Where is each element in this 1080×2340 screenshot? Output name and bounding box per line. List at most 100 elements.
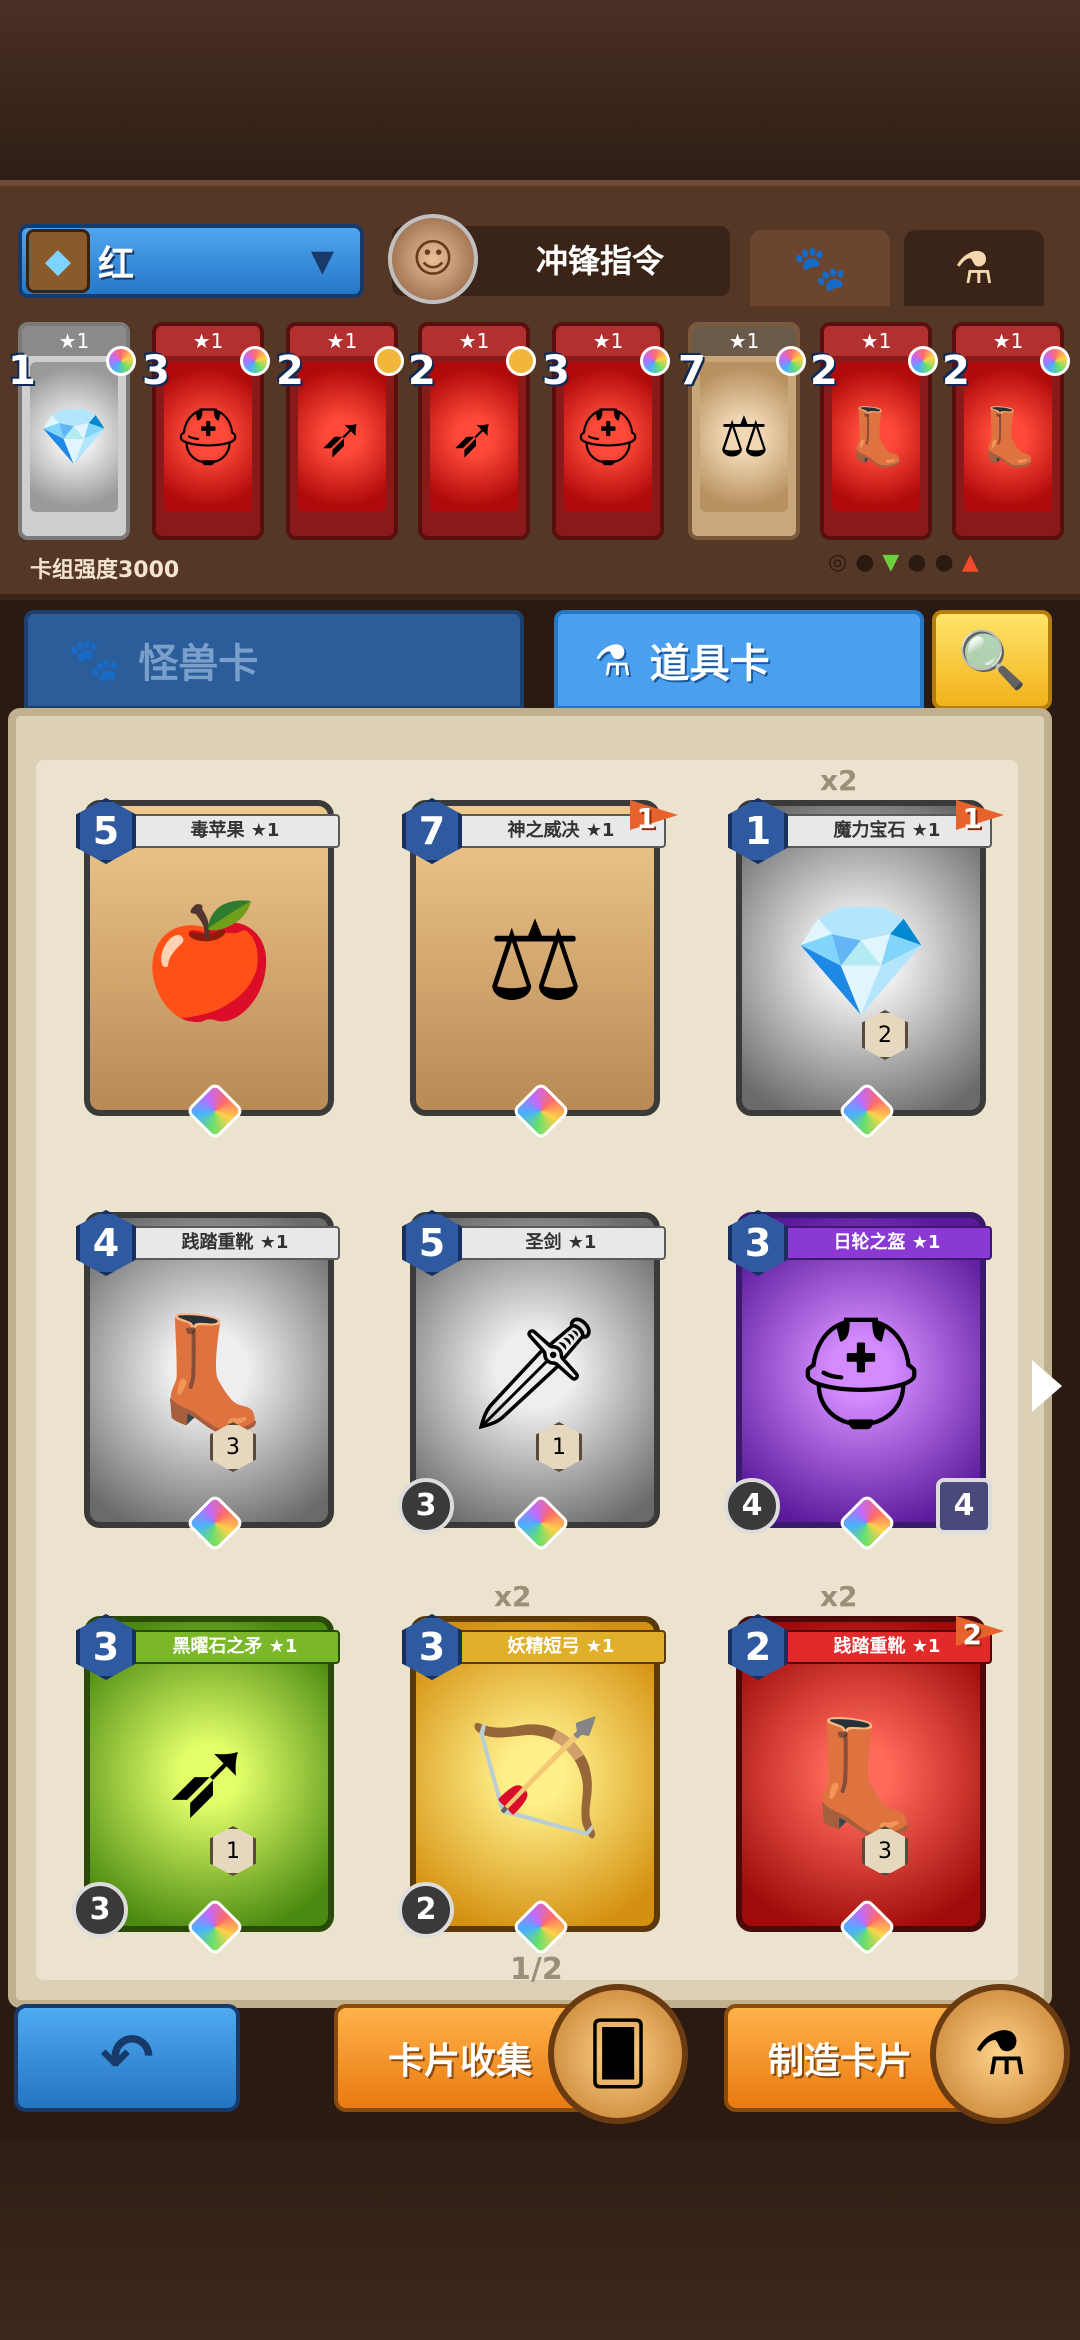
deck-card-cost: 3 bbox=[542, 348, 570, 394]
card-cost: 1 bbox=[728, 798, 788, 864]
spear-icon: ➶ bbox=[430, 362, 518, 512]
boots-icon: 👢 bbox=[792, 1712, 930, 1841]
blue-crystal-icon: 💎 bbox=[30, 362, 118, 512]
flag-count: 1 bbox=[636, 802, 656, 835]
sword-icon: 🗡 bbox=[465, 1308, 605, 1437]
deck-card[interactable]: ★1 💎 1 bbox=[8, 322, 136, 540]
item-filter-tab[interactable]: ⚗ bbox=[904, 230, 1044, 306]
item-card[interactable]: 妖精短弓 ★1 3 🏹 x2 2 bbox=[398, 1580, 666, 1957]
spear-icon: ➶ bbox=[298, 362, 386, 512]
tab-item-label: 道具卡 bbox=[649, 641, 770, 687]
ability-value: 1 bbox=[552, 1434, 566, 1460]
card-cost: 5 bbox=[402, 1210, 462, 1276]
deck-card-cost: 2 bbox=[276, 348, 304, 394]
deck-card[interactable]: ★1 👢 2 bbox=[942, 322, 1070, 540]
item-card[interactable]: 日轮之盔 ★1 3 ⛑ 4 4 bbox=[724, 1210, 992, 1553]
deck-card-cost: 3 bbox=[142, 348, 170, 394]
deck-card[interactable]: ★1 👢 2 bbox=[810, 322, 938, 540]
spear-icon: ➶ bbox=[162, 1713, 256, 1841]
card-name: 圣剑 ★1 bbox=[456, 1226, 666, 1260]
scales-icon: ⚖ bbox=[700, 362, 788, 512]
boots-icon: 👢 bbox=[140, 1308, 278, 1437]
tab-item-cards[interactable]: ⚗ 道具卡 bbox=[554, 610, 924, 710]
card-name: 黑曜石之矛 ★1 bbox=[130, 1630, 340, 1664]
deck-card[interactable]: ★1 ⛑ 3 bbox=[142, 322, 270, 540]
bow-icon: 🏹 bbox=[466, 1712, 604, 1841]
nature-icon: ▼ bbox=[882, 550, 900, 575]
deck-card[interactable]: ★1 ➶ 2 bbox=[276, 322, 404, 540]
hero-avatar[interactable]: ☺ bbox=[388, 214, 478, 304]
card-collection-icon[interactable]: 🂠 bbox=[548, 1984, 688, 2124]
card-stat-left: 2 bbox=[398, 1882, 454, 1938]
next-page-arrow-icon[interactable] bbox=[1032, 1360, 1062, 1412]
deck-book-icon: ◆ bbox=[26, 229, 90, 293]
potion-icon: ⚗ bbox=[954, 242, 994, 294]
card-collection-label: 卡片收集 bbox=[388, 2041, 533, 2082]
item-card[interactable]: 神之威决 ★1 7 ⚖ 1 bbox=[402, 798, 678, 1141]
gem-icon bbox=[506, 346, 536, 376]
top-background bbox=[0, 0, 1080, 180]
card-cost: 3 bbox=[402, 1614, 462, 1680]
card-name: 毒苹果 ★1 bbox=[130, 814, 340, 848]
tab-monster-cards[interactable]: 🐾 怪兽卡 bbox=[24, 610, 524, 710]
card-name: 妖精短弓 ★1 bbox=[456, 1630, 666, 1664]
card-cost: 5 bbox=[76, 798, 136, 864]
deck-card[interactable]: ★1 ⚖ 7 bbox=[678, 322, 806, 540]
gem-icon bbox=[640, 346, 670, 376]
item-card[interactable]: 黑曜石之矛 ★1 3 ➶ 1 3 bbox=[72, 1614, 340, 1957]
paw-icon: 🐾 bbox=[68, 635, 121, 684]
wind-icon: ● bbox=[934, 550, 954, 575]
chevron-down-icon: ▼ bbox=[310, 243, 334, 279]
fire-icon: ▲ bbox=[961, 550, 979, 575]
deck-card[interactable]: ★1 ➶ 2 bbox=[408, 322, 536, 540]
ability-value: 1 bbox=[226, 1838, 240, 1864]
back-arrow-icon: ↶ bbox=[100, 2021, 154, 2095]
card-cost: 4 bbox=[76, 1210, 136, 1276]
deck-selector[interactable]: ◆ 红 ▼ bbox=[18, 224, 364, 298]
helmet-icon: ⛑ bbox=[791, 1308, 931, 1437]
back-button[interactable]: ↶ bbox=[14, 2004, 240, 2112]
monster-filter-tab[interactable]: 🐾 bbox=[750, 230, 890, 306]
gem-icon bbox=[908, 346, 938, 376]
gem-icon bbox=[240, 346, 270, 376]
deck-name: 红 bbox=[98, 244, 135, 285]
card-stat-left: 3 bbox=[72, 1882, 128, 1938]
gem-icon bbox=[776, 346, 806, 376]
boots-icon: 👢 bbox=[964, 362, 1052, 512]
item-card[interactable]: 魔力宝石 ★1 1 💎 1 x2 2 bbox=[728, 764, 1004, 1141]
gem-icon bbox=[1040, 346, 1070, 376]
deck-card-cost: 1 bbox=[8, 348, 36, 394]
card-name: 践踏重靴 ★1 bbox=[130, 1226, 340, 1260]
deck-card[interactable]: ★1 ⛑ 3 bbox=[542, 322, 670, 540]
item-card[interactable]: 践踏重靴 ★1 2 👢 2 x2 3 bbox=[728, 1580, 1004, 1957]
item-card[interactable]: 践踏重靴 ★1 4 👢 3 bbox=[76, 1210, 340, 1553]
deck-strength: 卡组强度3000 bbox=[30, 558, 180, 583]
earth-icon: ● bbox=[855, 550, 875, 575]
card-count: x2 bbox=[820, 1580, 858, 1613]
deck-card-cost: 2 bbox=[810, 348, 838, 394]
tab-monster-label: 怪兽卡 bbox=[138, 641, 259, 687]
scales-icon: ⚖ bbox=[485, 897, 585, 1025]
hero-name: 冲锋指令 bbox=[535, 242, 664, 280]
card-count: x2 bbox=[494, 1580, 532, 1613]
search-button[interactable]: 🔍 bbox=[932, 610, 1052, 710]
deck-card-cost: 2 bbox=[408, 348, 436, 394]
card-stat-right: 4 bbox=[936, 1478, 992, 1534]
card-stat-left: 4 bbox=[724, 1478, 780, 1534]
card-cost: 3 bbox=[728, 1210, 788, 1276]
craft-potion-icon[interactable]: ⚗ bbox=[930, 1984, 1070, 2124]
item-card[interactable]: 毒苹果 ★1 5 🍎 bbox=[76, 798, 340, 1141]
card-stat-left: 3 bbox=[398, 1478, 454, 1534]
helmet-icon: ⛑ bbox=[164, 362, 252, 512]
dark-icon: ● bbox=[907, 550, 927, 575]
deck-element-icons: ◎ ● ▼ ● ● ▲ bbox=[828, 550, 979, 575]
item-card[interactable]: 圣剑 ★1 5 🗡 1 3 bbox=[398, 1210, 666, 1553]
deck-card-cost: 7 bbox=[678, 348, 706, 394]
flag-count: 1 bbox=[962, 802, 982, 835]
blue-crystal-icon: 💎 bbox=[792, 896, 930, 1025]
card-cost: 2 bbox=[728, 1614, 788, 1680]
helmet-icon: ⛑ bbox=[564, 362, 652, 512]
neutral-icon: ◎ bbox=[828, 550, 848, 575]
search-icon: 🔍 bbox=[957, 628, 1027, 693]
paw-icon: 🐾 bbox=[792, 243, 848, 294]
